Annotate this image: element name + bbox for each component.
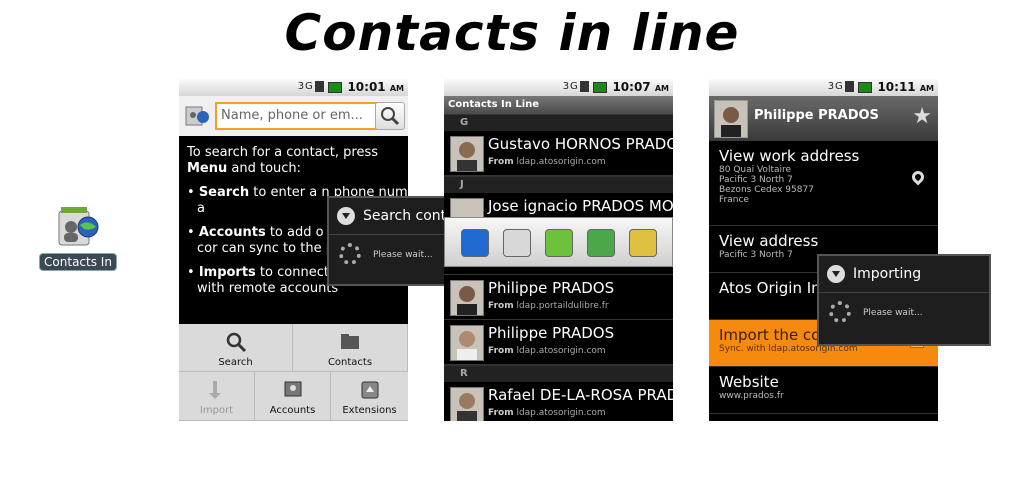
- detail-website[interactable]: Website www.prados.fr: [709, 367, 938, 414]
- search-icon: [226, 332, 246, 353]
- spinner-icon: [829, 301, 851, 323]
- screen-contact-list: 3G 10:07 AM Contacts In Line G Gustavo H…: [444, 79, 673, 421]
- status-bar: 3G 10:01 AM: [179, 79, 408, 96]
- contact-header: Philippe PRADOS ★: [709, 96, 938, 141]
- dropdown-circle-icon: [827, 265, 845, 283]
- app-header: Contacts In Line: [444, 96, 673, 114]
- status-time: 10:07 AM: [612, 80, 669, 94]
- launcher-label: Contacts In: [39, 253, 117, 271]
- search-input[interactable]: Name, phone or em...: [215, 102, 378, 130]
- battery-icon: [328, 82, 342, 93]
- contacts-icon[interactable]: [503, 229, 531, 257]
- avatar: [450, 280, 484, 316]
- section-header: R: [444, 365, 673, 382]
- section-header: G: [444, 114, 673, 131]
- network-icons: 3G: [298, 81, 342, 93]
- search-icon: [381, 107, 400, 126]
- sms-icon[interactable]: [545, 229, 573, 257]
- note-icon[interactable]: [587, 229, 615, 257]
- avatar: [450, 387, 484, 421]
- menu-extensions[interactable]: Extensions: [331, 372, 408, 421]
- dropdown-circle-icon: [337, 207, 355, 225]
- search-button[interactable]: [375, 102, 405, 130]
- signal-icon: [314, 81, 324, 92]
- 3g-icon: 3G: [297, 81, 314, 92]
- menu-contacts[interactable]: Contacts: [293, 324, 408, 372]
- status-bar: 3G 10:07 AM: [444, 79, 673, 96]
- phone-icon[interactable]: [461, 229, 489, 257]
- folder-icon: [341, 334, 359, 349]
- contacts-globe-icon: [55, 205, 101, 251]
- search-bar: Name, phone or em...: [179, 96, 408, 136]
- contact-row[interactable]: Gustavo HORNOS PRADOS From ldap.atosorig…: [444, 131, 673, 176]
- menu-search[interactable]: Search: [179, 324, 293, 372]
- detail-work-address[interactable]: View work address 80 Quai Voltaire Pacif…: [709, 141, 938, 226]
- avatar: [714, 100, 748, 138]
- app-launcher-icon[interactable]: Contacts In: [38, 205, 118, 275]
- contact-row[interactable]: Philippe PRADOS From ldap.portaildulibre…: [444, 275, 673, 320]
- avatar: [450, 136, 484, 172]
- accounts-icon: [284, 381, 301, 397]
- contact-row[interactable]: Philippe PRADOS From ldap.atosorigin.com: [444, 320, 673, 365]
- contact-row[interactable]: Rafael DE-LA-ROSA PRADOS From ldap.atoso…: [444, 382, 673, 421]
- search-progress-dialog: Search conta Please wait...: [327, 196, 447, 286]
- menu-accounts[interactable]: Accounts: [255, 372, 331, 421]
- options-menu: Search Contacts Import Accounts Extensio…: [179, 324, 408, 421]
- spinner-icon: [339, 243, 361, 265]
- status-time: 10:11 AM: [877, 80, 934, 94]
- network-icons: 3G: [828, 81, 872, 93]
- section-header: J: [444, 176, 673, 193]
- page-title: Contacts in line: [284, 4, 740, 62]
- star-icon[interactable]: ★: [912, 104, 932, 129]
- contacts-app-icon: [185, 105, 209, 127]
- screen-contact-detail: 3G 10:11 AM Philippe PRADOS ★ View work …: [709, 79, 938, 421]
- import-icon: [208, 381, 221, 399]
- network-icons: 3G: [563, 81, 607, 93]
- avatar: [450, 325, 484, 361]
- extensions-icon: [361, 381, 378, 399]
- maps-icon[interactable]: [629, 229, 657, 257]
- menu-import[interactable]: Import: [179, 372, 255, 421]
- importing-dialog: Importing Please wait...: [817, 254, 991, 346]
- status-time: 10:01 AM: [347, 80, 404, 94]
- quick-contact-bar: [444, 217, 673, 267]
- status-bar: 3G 10:11 AM: [709, 79, 938, 96]
